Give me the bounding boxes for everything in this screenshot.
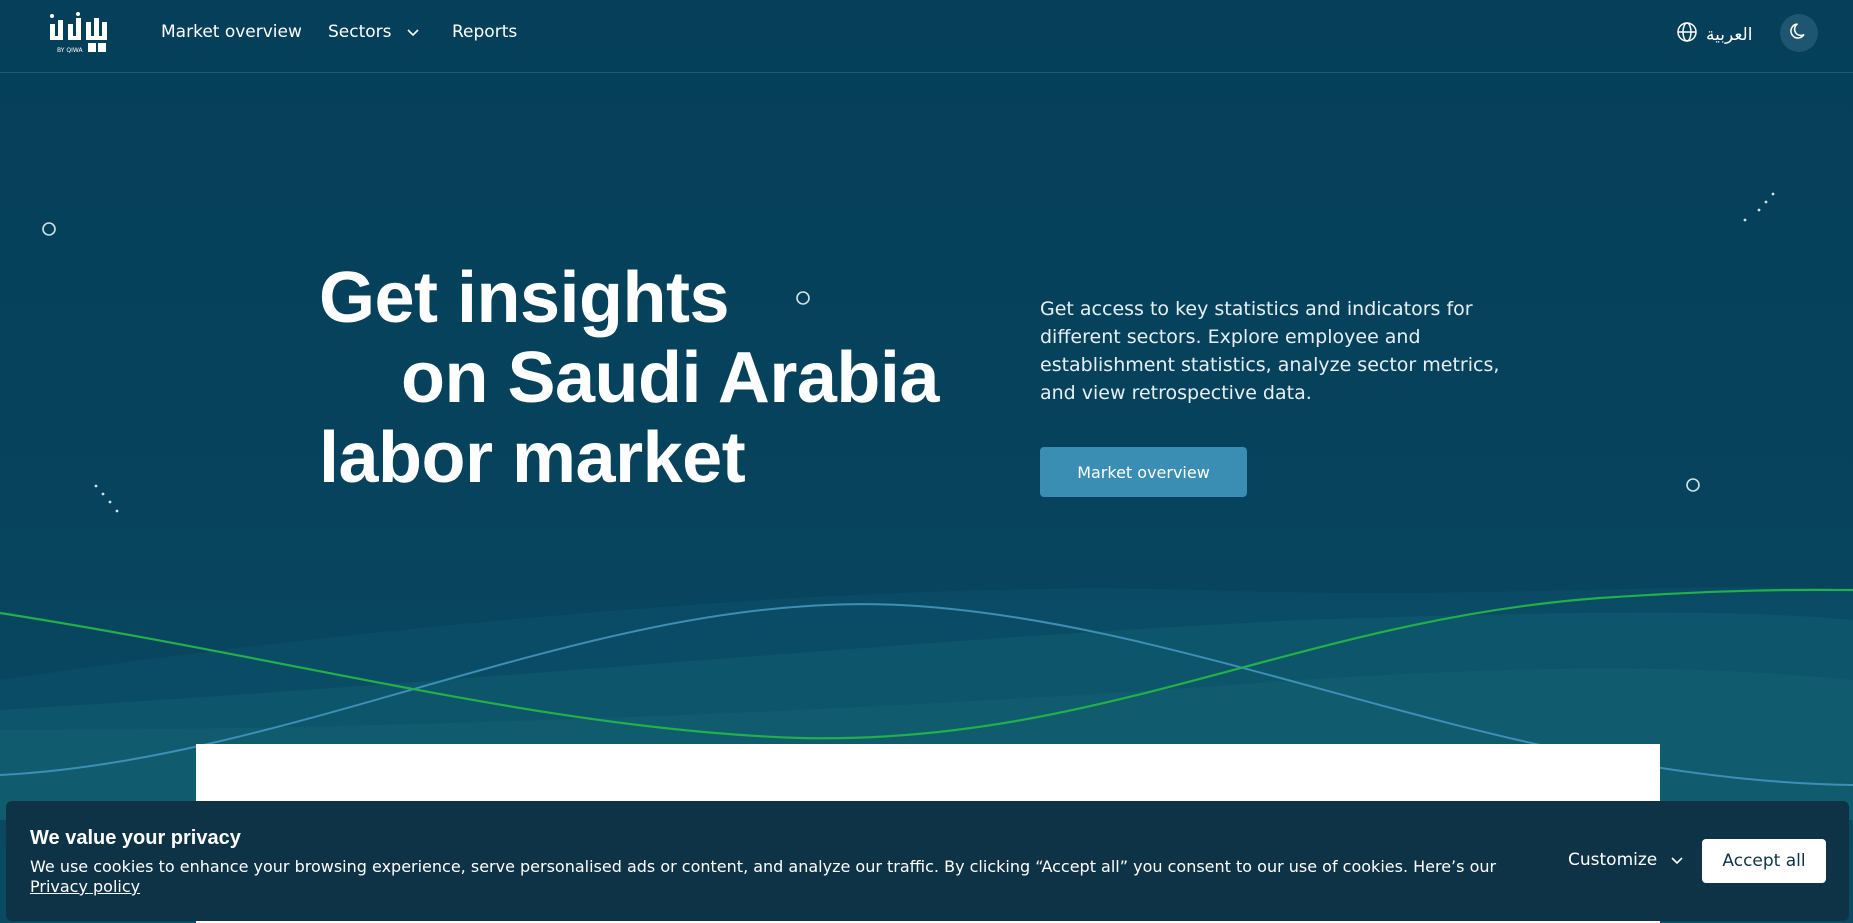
decorative-dots: [94, 484, 119, 513]
chevron-down-icon: [1671, 850, 1683, 870]
language-label: العربية: [1706, 24, 1753, 45]
hero-title-line-1: Get insights: [319, 258, 730, 338]
hero-description: Get access to key statistics and indicat…: [1040, 298, 1500, 404]
cookie-banner-message: We use cookies to enhance your browsing …: [30, 857, 1497, 876]
top-navigation-bar: BY QIWA Market overview Sectors Reports …: [0, 0, 1853, 73]
hero-title: Get insights on Saudi Arabia labor marke…: [319, 258, 939, 498]
customize-button[interactable]: Customize: [1568, 850, 1683, 870]
nav-sectors-label: Sectors: [328, 22, 392, 42]
hero-title-line-2: on Saudi Arabia: [401, 338, 939, 418]
decorative-ring: [42, 222, 56, 236]
site-logo[interactable]: BY QIWA: [48, 12, 122, 56]
moon-icon: [1789, 21, 1809, 45]
market-overview-button[interactable]: Market overview: [1040, 447, 1247, 497]
nav-reports[interactable]: Reports: [452, 22, 517, 42]
theme-toggle-button[interactable]: [1780, 14, 1818, 52]
customize-label: Customize: [1568, 850, 1658, 870]
cookie-banner-title: We value your privacy: [30, 827, 241, 849]
decorative-ring: [1686, 478, 1700, 492]
nav-sectors[interactable]: Sectors: [328, 22, 419, 42]
cookie-banner-text: We use cookies to enhance your browsing …: [30, 857, 1510, 897]
nav-market-overview[interactable]: Market overview: [161, 22, 302, 42]
chevron-down-icon: [407, 22, 419, 42]
hero-title-line-3: labor market: [319, 418, 746, 498]
logo-caption: BY QIWA: [57, 47, 83, 54]
language-switcher[interactable]: العربية: [1676, 21, 1752, 48]
privacy-policy-link[interactable]: Privacy policy: [30, 877, 140, 896]
cookie-banner: We value your privacy We use cookies to …: [6, 801, 1849, 921]
decorative-dots: [1743, 192, 1775, 222]
globe-icon: [1676, 21, 1698, 48]
accept-all-button[interactable]: Accept all: [1702, 839, 1826, 883]
